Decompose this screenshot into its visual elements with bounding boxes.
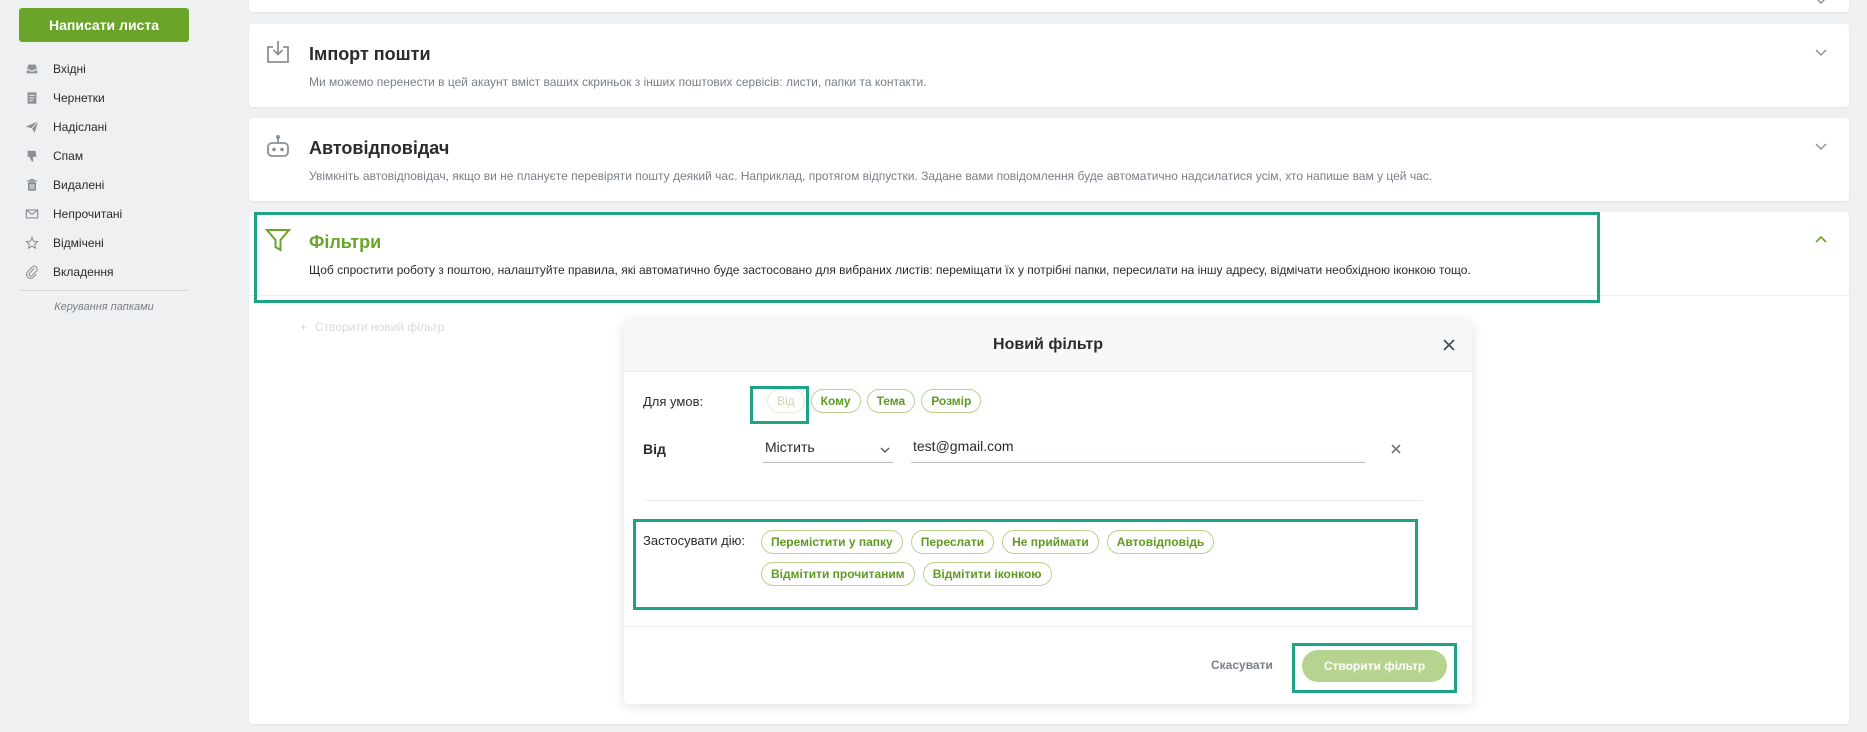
sent-icon xyxy=(24,119,40,135)
action-chip-autoreply[interactable]: Автовідповідь xyxy=(1106,530,1215,554)
create-new-filter-label: Створити новий фільтр xyxy=(315,320,445,334)
action-chip-mark-read[interactable]: Відмітити прочитаним xyxy=(761,562,915,586)
sidebar-item-starred[interactable]: Відмічені xyxy=(19,228,192,257)
filter-icon xyxy=(265,227,291,253)
trash-icon xyxy=(24,177,40,193)
spam-icon xyxy=(24,148,40,164)
new-filter-dialog: Новий фільтр Для умов: Від Кому Тема Роз… xyxy=(624,320,1472,704)
sidebar-item-sent[interactable]: Надіслані xyxy=(19,112,192,141)
plus-icon: + xyxy=(300,320,308,334)
operator-value: Містить xyxy=(765,439,815,455)
drafts-icon xyxy=(24,90,40,106)
action-chip-forward[interactable]: Переслати xyxy=(910,530,995,554)
sidebar-item-spam[interactable]: Спам xyxy=(19,141,192,170)
create-filter-button[interactable]: Створити фільтр xyxy=(1302,650,1447,682)
section-divider xyxy=(249,295,1849,296)
condition-chips: Від Кому Тема Розмір xyxy=(767,389,982,413)
create-new-filter-link[interactable]: + Створити новий фільтр xyxy=(300,320,444,334)
conditions-label: Для умов: xyxy=(643,394,704,409)
close-icon[interactable] xyxy=(1440,336,1458,354)
compose-button[interactable]: Написати листа xyxy=(19,8,189,42)
dialog-header: Новий фільтр xyxy=(624,320,1472,372)
sidebar-item-label: Надіслані xyxy=(53,119,107,134)
sidebar-item-label: Відмічені xyxy=(53,235,104,250)
inbox-icon xyxy=(24,61,40,77)
condition-chip-to[interactable]: Кому xyxy=(810,389,861,413)
sidebar-item-label: Вкладення xyxy=(53,264,114,279)
chevron-up-icon[interactable] xyxy=(1813,232,1829,248)
chevron-down-icon xyxy=(879,443,891,455)
action-label: Застосувати дію: xyxy=(643,533,745,548)
condition-chip-size[interactable]: Розмір xyxy=(921,389,982,413)
dialog-divider xyxy=(643,500,1423,501)
sidebar-item-trash[interactable]: Видалені xyxy=(19,170,192,199)
action-chips: Перемістити у папку Переслати Не приймат… xyxy=(761,530,1321,586)
sidebar-item-label: Видалені xyxy=(53,177,105,192)
import-icon xyxy=(265,39,291,65)
section-description: Увімкніть автовідповідач, якщо ви не пла… xyxy=(309,169,1433,183)
star-icon xyxy=(24,235,40,251)
condition-chip-subject[interactable]: Тема xyxy=(866,389,916,413)
action-chip-reject[interactable]: Не приймати xyxy=(1002,530,1099,554)
section-description: Ми можемо перенести в цей акаунт вміст в… xyxy=(309,75,927,89)
folder-nav: Вхідні Чернетки Надіслані Спам Видалені xyxy=(19,54,192,286)
sidebar-divider xyxy=(19,290,189,291)
section-title: Автовідповідач xyxy=(309,138,450,158)
condition-value-input[interactable] xyxy=(911,433,1365,463)
section-title: Фільтри xyxy=(309,232,382,252)
section-title: Імпорт пошти xyxy=(309,44,431,64)
sidebar-item-inbox[interactable]: Вхідні xyxy=(19,54,192,83)
sidebar-item-label: Чернетки xyxy=(53,90,105,105)
sidebar-item-unread[interactable]: Непрочитані xyxy=(19,199,192,228)
dialog-title: Новий фільтр xyxy=(993,336,1103,353)
settings-card-autoreply[interactable]: Автовідповідач Увімкніть автовідповідач,… xyxy=(249,118,1849,201)
robot-icon xyxy=(265,133,291,159)
action-chip-mark-icon[interactable]: Відмітити іконкою xyxy=(922,562,1052,586)
sidebar-item-attachments[interactable]: Вкладення xyxy=(19,257,192,286)
sidebar-item-label: Непрочитані xyxy=(53,206,123,221)
cancel-button[interactable]: Скасувати xyxy=(1211,658,1273,672)
operator-select[interactable]: Містить xyxy=(763,433,893,463)
dialog-footer-divider xyxy=(624,626,1472,627)
remove-condition-icon[interactable] xyxy=(1389,442,1403,456)
chevron-down-icon[interactable] xyxy=(1813,0,1829,8)
settings-card-previous xyxy=(249,0,1849,12)
settings-card-import[interactable]: Імпорт пошти Ми можемо перенести в цей а… xyxy=(249,24,1849,107)
condition-row-label: Від xyxy=(643,441,666,457)
sidebar-item-label: Вхідні xyxy=(53,61,86,76)
section-description: Щоб спростити роботу з поштою, налаштуйт… xyxy=(309,263,1471,277)
unread-icon xyxy=(24,206,40,222)
sidebar-item-label: Спам xyxy=(53,148,84,163)
attachment-icon xyxy=(24,264,40,280)
chevron-down-icon[interactable] xyxy=(1813,138,1829,154)
manage-folders-link[interactable]: Керування папками xyxy=(19,301,189,313)
sidebar: Написати листа Вхідні Чернетки Надіслані… xyxy=(0,0,210,732)
condition-chip-from[interactable]: Від xyxy=(767,389,805,413)
chevron-down-icon[interactable] xyxy=(1813,44,1829,60)
action-chip-move[interactable]: Перемістити у папку xyxy=(761,530,903,554)
sidebar-item-drafts[interactable]: Чернетки xyxy=(19,83,192,112)
